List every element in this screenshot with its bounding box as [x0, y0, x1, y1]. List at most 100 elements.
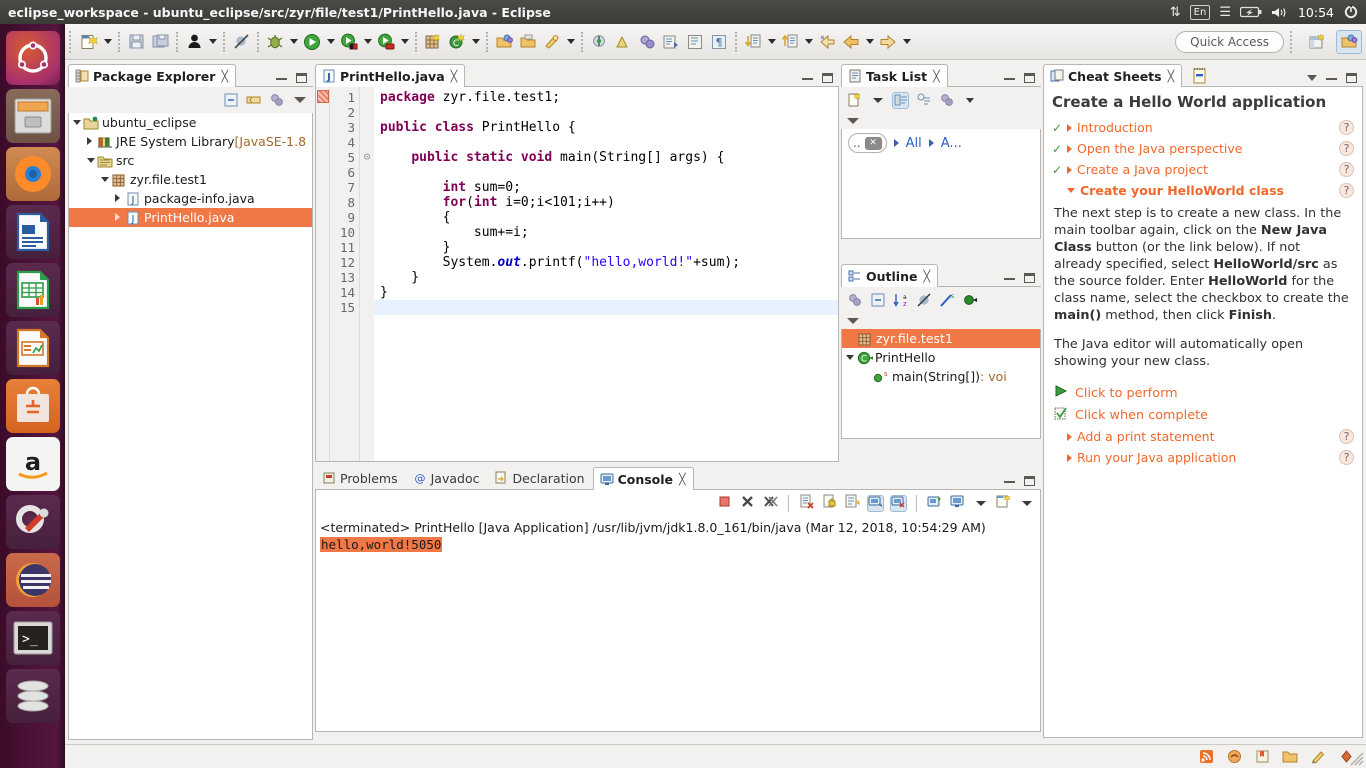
- run-external-tools-dropdown[interactable]: [398, 30, 411, 54]
- launcher-item-firefox[interactable]: [5, 147, 60, 201]
- cheat-sheet-step[interactable]: Create your HelloWorld class?: [1052, 180, 1354, 201]
- tree-item[interactable]: src: [69, 151, 312, 170]
- coverage-dropdown[interactable]: [361, 30, 374, 54]
- pin-console-button[interactable]: [926, 495, 943, 512]
- launcher-item-libreoffice-impress[interactable]: [5, 321, 60, 375]
- bookmark-icon[interactable]: [1254, 749, 1270, 765]
- launcher-item-amazon[interactable]: a: [5, 437, 60, 491]
- cheat-sheets-body[interactable]: Create a Hello World application ✓ Introd…: [1043, 87, 1363, 738]
- new-java-class-dropdown[interactable]: [469, 30, 482, 54]
- word-wrap-button[interactable]: [844, 494, 861, 512]
- launcher-item-libreoffice-calc[interactable]: [5, 263, 60, 317]
- hide-static-icon[interactable]: s: [938, 292, 955, 309]
- search-button[interactable]: [540, 30, 564, 54]
- help-icon[interactable]: ?: [1339, 429, 1354, 444]
- sort-az-icon[interactable]: a z: [892, 292, 909, 309]
- launcher-item-trash[interactable]: [5, 669, 60, 723]
- open-type-button[interactable]: [492, 30, 516, 54]
- tree-item[interactable]: zyr.file.test1: [842, 329, 1040, 348]
- code-line[interactable]: [374, 165, 838, 180]
- show-console-on-error-button[interactable]: [890, 494, 907, 512]
- collapse-all-icon[interactable]: [222, 92, 239, 109]
- coverage-button[interactable]: [337, 30, 361, 54]
- task-filter-input[interactable]: .. ✕: [848, 133, 887, 153]
- folding-ruler[interactable]: ⊝: [360, 87, 374, 461]
- run-external-tools-button[interactable]: [374, 30, 398, 54]
- clear-console-button[interactable]: [798, 494, 815, 512]
- code-line[interactable]: for(int i=0;i<101;i++): [374, 195, 838, 210]
- cheat-sheet-step[interactable]: ✓ Introduction?: [1052, 117, 1354, 138]
- code-line[interactable]: }: [374, 285, 838, 300]
- remove-all-terminated-button[interactable]: [762, 495, 779, 512]
- tree-item[interactable]: Jpackage-info.java: [69, 189, 312, 208]
- code-line[interactable]: }: [374, 270, 838, 285]
- new-wizard-dropdown[interactable]: [101, 30, 114, 54]
- hide-nonpublic-icon[interactable]: [961, 292, 978, 309]
- minimize-button[interactable]: [1004, 77, 1015, 80]
- package-explorer-tree[interactable]: ubuntu_eclipse JRE System Library [JavaSE…: [68, 113, 313, 740]
- debug-dropdown[interactable]: [287, 30, 300, 54]
- close-icon[interactable]: ╳: [933, 70, 940, 83]
- launcher-item-libreoffice-writer[interactable]: [5, 205, 60, 259]
- categorized-icon[interactable]: [892, 91, 909, 109]
- chevron-down-icon[interactable]: [1307, 75, 1317, 81]
- clock[interactable]: 10:54: [1298, 5, 1334, 20]
- chevron-down-icon[interactable]: [291, 92, 308, 109]
- open-perspective-button[interactable]: [1304, 30, 1330, 54]
- help-icon[interactable]: ?: [1339, 450, 1354, 465]
- previous-edit-button[interactable]: [659, 30, 683, 54]
- code-line[interactable]: package zyr.file.test1;: [374, 90, 838, 105]
- network-updown-icon[interactable]: ⇅: [1170, 6, 1181, 19]
- terminate-button[interactable]: [716, 495, 733, 512]
- minimize-button[interactable]: [1004, 277, 1015, 280]
- session-gear-icon[interactable]: [1343, 4, 1359, 20]
- cheat-sheet-action[interactable]: Click to perform: [1052, 382, 1354, 404]
- code-line[interactable]: [374, 105, 838, 120]
- maximize-button[interactable]: [296, 73, 307, 83]
- filters-icon[interactable]: [268, 92, 285, 109]
- filters-icon[interactable]: [846, 292, 863, 309]
- scheduled-icon[interactable]: [915, 92, 932, 109]
- show-console-on-output-button[interactable]: [867, 494, 884, 512]
- twisty-expand-icon[interactable]: [1067, 432, 1072, 441]
- code-area[interactable]: package zyr.file.test1; public class Pri…: [374, 87, 838, 461]
- tab-cheat-sheets[interactable]: Cheat Sheets ╳: [1043, 64, 1183, 87]
- chevron-down-icon[interactable]: [847, 318, 859, 324]
- cheat-sheet-step[interactable]: Run your Java application?: [1052, 447, 1354, 468]
- run-dropdown[interactable]: [324, 30, 337, 54]
- outline-tree[interactable]: zyr.file.test1 C PrintHello s main(String[])…: [841, 329, 1041, 439]
- cheat-sheet-step[interactable]: ✓ Create a Java project?: [1052, 159, 1354, 180]
- cheat-sheet-step[interactable]: Add a print statement?: [1052, 426, 1354, 447]
- perspective-grip[interactable]: [1290, 30, 1296, 53]
- last-edit-location-button[interactable]: [815, 30, 839, 54]
- quick-access-input[interactable]: Quick Access: [1175, 30, 1284, 53]
- previous-annotation-dropdown[interactable]: [802, 30, 815, 54]
- launcher-item-eclipse[interactable]: [5, 553, 60, 607]
- run-button[interactable]: [300, 30, 324, 54]
- tree-item[interactable]: zyr.file.test1: [69, 170, 312, 189]
- fold-toggle[interactable]: ⊝: [360, 150, 374, 165]
- tab-task-list[interactable]: Task List ╳: [841, 64, 948, 87]
- java-perspective-button[interactable]: [1336, 29, 1362, 54]
- breadcrumb-all[interactable]: All: [906, 136, 922, 151]
- new-java-package-button[interactable]: [421, 30, 445, 54]
- code-line[interactable]: public static void main(String[] args) {: [374, 150, 838, 165]
- code-line[interactable]: sum+=i;: [374, 225, 838, 240]
- user-dropdown[interactable]: [206, 30, 219, 54]
- toolbar-grip[interactable]: [69, 30, 75, 53]
- open-console-dropdown[interactable]: [1018, 495, 1035, 512]
- close-icon[interactable]: ╳: [451, 70, 458, 83]
- mylyn-icon[interactable]: [1226, 749, 1242, 765]
- next-annotation-dropdown[interactable]: [765, 30, 778, 54]
- cheat-sheet-step[interactable]: ✓ Open the Java perspective?: [1052, 138, 1354, 159]
- tab-outline[interactable]: Outline ╳: [841, 264, 939, 287]
- tree-item[interactable]: s main(String[]) : voi: [842, 367, 1040, 386]
- scroll-lock-button[interactable]: [821, 494, 838, 512]
- code-line[interactable]: System.out.printf("hello,world!"+sum);: [374, 255, 838, 270]
- debug-button[interactable]: [263, 30, 287, 54]
- remove-launch-button[interactable]: [739, 495, 756, 512]
- code-line[interactable]: public class PrintHello {: [374, 120, 838, 135]
- tab-problems[interactable]: Problems: [315, 466, 406, 489]
- tab-javadoc[interactable]: @ Javadoc: [406, 466, 488, 489]
- display-selected-console-button[interactable]: [949, 495, 966, 512]
